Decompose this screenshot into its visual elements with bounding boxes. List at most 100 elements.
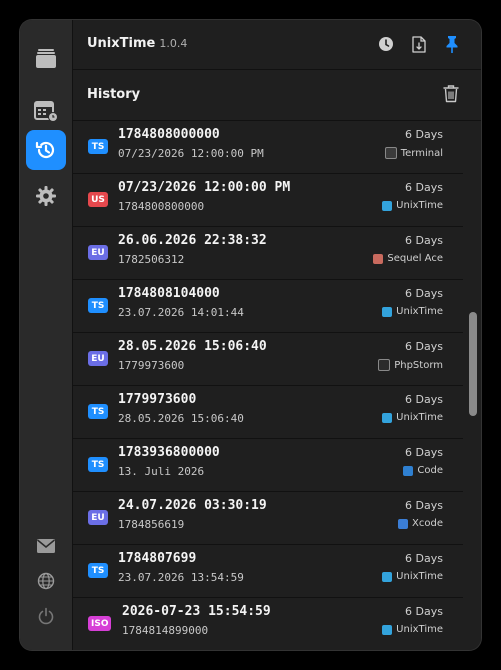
source-app: UnixTime <box>382 624 443 635</box>
phpstorm-icon <box>378 359 391 371</box>
secondary-value: 1779973600 <box>118 359 185 372</box>
primary-value: 1779973600 <box>118 392 197 407</box>
document-arrow-icon[interactable] <box>409 34 429 54</box>
app-window: UnixTime 1.0.4 History TS 1784808000000 … <box>20 20 481 650</box>
secondary-value: 1784814899000 <box>122 624 209 637</box>
source-app-label: UnixTime <box>396 624 443 635</box>
format-badge: EU <box>88 351 108 366</box>
relative-time: 6 Days <box>405 128 443 141</box>
format-badge: ISO <box>88 616 112 631</box>
title-bar: UnixTime 1.0.4 <box>73 20 481 70</box>
primary-value: 1783936800000 <box>118 445 220 460</box>
history-row[interactable]: TS 1783936800000 13. Juli 2026 6 Days Code <box>73 439 463 492</box>
secondary-value: 1782506312 <box>118 253 185 266</box>
main-panel: UnixTime 1.0.4 History TS 1784808000000 … <box>73 20 481 650</box>
secondary-value: 07/23/2026 12:00:00 PM <box>118 147 264 160</box>
power-icon[interactable] <box>34 604 58 628</box>
primary-value: 26.06.2026 22:38:32 <box>118 233 267 248</box>
source-app-label: UnixTime <box>396 571 443 582</box>
source-app-label: Terminal <box>400 147 443 159</box>
history-row[interactable]: EU 28.05.2026 15:06:40 1779973600 6 Days Php… <box>73 333 463 386</box>
secondary-value: 1784856619 <box>118 518 185 531</box>
sequel-ace-icon <box>373 253 384 264</box>
source-app: UnixTime <box>382 412 443 423</box>
format-badge: US <box>88 192 108 207</box>
unixtime-icon <box>382 412 393 423</box>
source-app-label: Xcode <box>412 518 443 529</box>
clock-icon[interactable] <box>376 34 396 54</box>
relative-time: 6 Days <box>405 446 443 459</box>
stack-icon[interactable] <box>26 38 66 78</box>
secondary-value: 1784800800000 <box>118 200 205 213</box>
secondary-value: 23.07.2026 14:01:44 <box>118 306 244 319</box>
primary-value: 1784807699 <box>118 551 197 566</box>
history-list[interactable]: TS 1784808000000 07/23/2026 12:00:00 PM 6 D… <box>73 121 463 650</box>
source-app: UnixTime <box>382 200 443 211</box>
history-row[interactable]: ISO 2026-07-23 15:54:59 1784814899000 6 Day… <box>73 598 463 650</box>
primary-value: 2026-07-23 15:54:59 <box>122 604 271 619</box>
gear-icon[interactable] <box>26 176 66 216</box>
mail-icon[interactable] <box>34 534 58 558</box>
history-row[interactable]: TS 1784807699 23.07.2026 13:54:59 6 Days Uni… <box>73 545 463 598</box>
format-badge: TS <box>88 404 108 419</box>
app-title: UnixTime 1.0.4 <box>87 36 187 51</box>
vscode-icon <box>403 465 414 476</box>
history-row[interactable]: EU 26.06.2026 22:38:32 1782506312 6 Days Seq… <box>73 227 463 280</box>
relative-time: 6 Days <box>405 393 443 406</box>
primary-value: 24.07.2026 03:30:19 <box>118 498 267 513</box>
history-row[interactable]: TS 1784808104000 23.07.2026 14:01:44 6 Days… <box>73 280 463 333</box>
relative-time: 6 Days <box>405 552 443 565</box>
format-badge: TS <box>88 457 108 472</box>
format-badge: EU <box>88 245 108 260</box>
source-app-label: PhpStorm <box>394 359 443 371</box>
format-badge: EU <box>88 510 108 525</box>
source-app: UnixTime <box>382 306 443 317</box>
source-app-label: UnixTime <box>396 306 443 317</box>
relative-time: 6 Days <box>405 287 443 300</box>
history-row[interactable]: TS 1784808000000 07/23/2026 12:00:00 PM 6 D… <box>73 121 463 174</box>
history-row[interactable]: US 07/23/2026 12:00:00 PM 1784800800000 6 D… <box>73 174 463 227</box>
primary-value: 07/23/2026 12:00:00 PM <box>118 180 291 195</box>
globe-icon[interactable] <box>34 569 58 593</box>
secondary-value: 23.07.2026 13:54:59 <box>118 571 244 584</box>
history-row[interactable]: EU 24.07.2026 03:30:19 1784856619 6 Days Xco… <box>73 492 463 545</box>
primary-value: 1784808000000 <box>118 127 220 142</box>
secondary-value: 28.05.2026 15:06:40 <box>118 412 244 425</box>
format-badge: TS <box>88 298 108 313</box>
source-app: Code <box>403 465 443 476</box>
primary-value: 28.05.2026 15:06:40 <box>118 339 267 354</box>
scrollbar[interactable] <box>469 124 477 648</box>
source-app-label: UnixTime <box>396 200 443 211</box>
app-version: 1.0.4 <box>159 37 188 50</box>
source-app-label: Code <box>417 465 443 476</box>
scrollbar-thumb[interactable] <box>469 312 477 416</box>
unixtime-icon <box>382 306 393 317</box>
calendar-badge-icon[interactable] <box>26 91 66 131</box>
trash-icon[interactable] <box>443 84 463 106</box>
unixtime-icon <box>382 200 393 211</box>
app-name: UnixTime <box>87 36 156 51</box>
unixtime-icon <box>382 571 393 582</box>
format-badge: TS <box>88 139 108 154</box>
source-app: Xcode <box>398 518 443 529</box>
relative-time: 6 Days <box>405 340 443 353</box>
relative-time: 6 Days <box>405 181 443 194</box>
unixtime-icon <box>382 624 393 635</box>
relative-time: 6 Days <box>405 234 443 247</box>
sidebar <box>20 20 73 650</box>
secondary-value: 13. Juli 2026 <box>118 465 205 478</box>
section-title: History <box>87 87 141 102</box>
relative-time: 6 Days <box>405 499 443 512</box>
history-icon[interactable] <box>26 130 66 170</box>
format-badge: TS <box>88 563 108 578</box>
terminal-icon <box>384 147 397 159</box>
source-app: PhpStorm <box>378 359 443 371</box>
relative-time: 6 Days <box>405 605 443 618</box>
source-app-label: Sequel Ace <box>387 253 443 264</box>
history-header: History <box>73 70 481 121</box>
pin-icon[interactable] <box>442 34 462 54</box>
source-app: UnixTime <box>382 571 443 582</box>
source-app: Sequel Ace <box>373 253 443 264</box>
history-row[interactable]: TS 1779973600 28.05.2026 15:06:40 6 Days Uni… <box>73 386 463 439</box>
source-app: Terminal <box>384 147 443 159</box>
